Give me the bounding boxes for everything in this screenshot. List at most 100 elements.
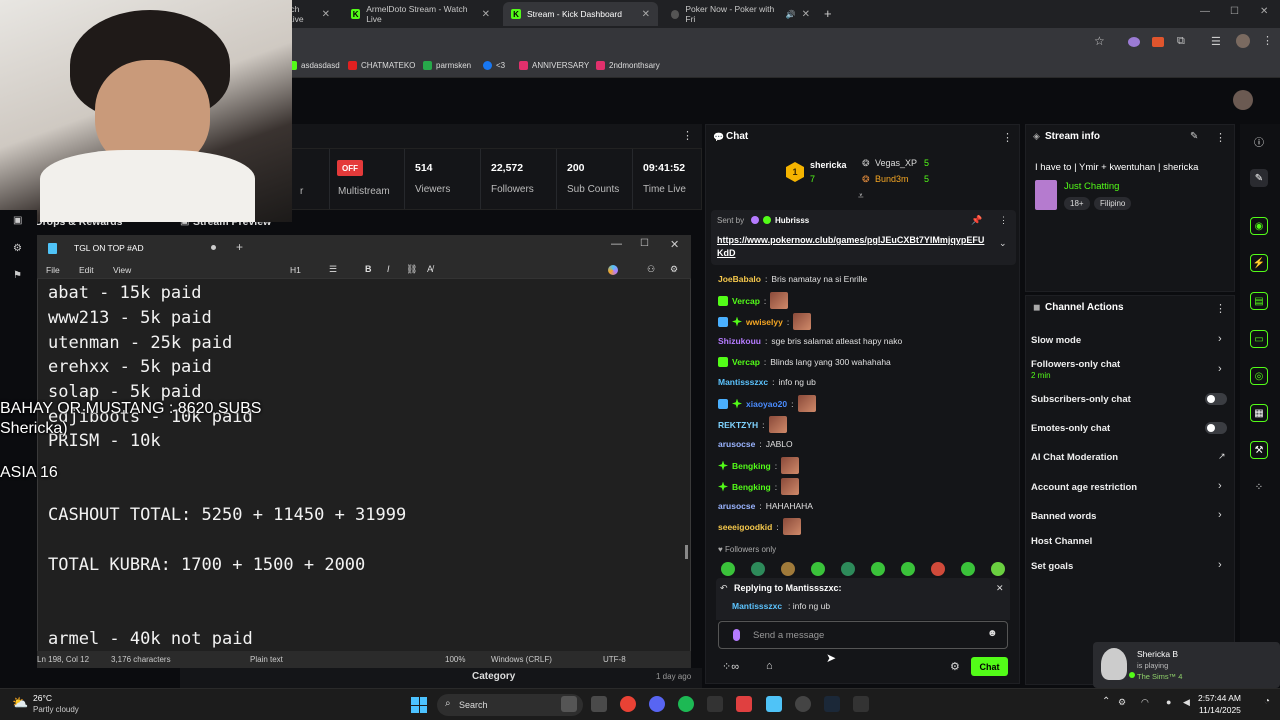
taskbar-app-icon[interactable] [591, 696, 607, 712]
maximize-icon[interactable]: ☐ [640, 238, 649, 249]
notepad-tab-title[interactable]: TGL ON TOP #AD [74, 243, 144, 253]
copilot-icon[interactable] [608, 265, 618, 275]
action-slow-mode[interactable]: Slow mode [1031, 335, 1081, 346]
chat-bubble-icon[interactable]: ▭ [1250, 330, 1268, 348]
sidebar-icon[interactable]: ▣ [13, 215, 22, 226]
close-icon[interactable]: ✕ [482, 9, 490, 20]
close-icon[interactable]: ✕ [642, 9, 650, 20]
sidebar-icon[interactable]: ⚙ [13, 243, 22, 254]
stream-info-menu-icon[interactable]: ⋮ [1215, 131, 1226, 144]
chevron-right-icon[interactable]: › [1218, 509, 1222, 521]
chat-send-button[interactable]: Chat [971, 657, 1008, 676]
more-icon[interactable]: ⋮ [682, 129, 693, 142]
clock-date[interactable]: 11/14/2025 [1199, 705, 1241, 715]
close-window-icon[interactable]: ✕ [1260, 6, 1268, 17]
clear-format-icon[interactable]: A̸ [427, 264, 433, 274]
action-emotes-only[interactable]: Emotes-only chat [1031, 423, 1110, 434]
external-link-icon[interactable]: ↗ [1218, 451, 1226, 462]
bookmark[interactable]: parmsken [423, 61, 471, 70]
chevron-right-icon[interactable]: › [1218, 559, 1222, 571]
new-tab-button[interactable]: + [824, 6, 832, 21]
heading-dropdown[interactable]: H1 [290, 265, 301, 275]
store-icon[interactable]: ⌂ [766, 660, 773, 672]
chevron-right-icon[interactable]: › [1218, 363, 1222, 375]
taskbar-app-icon[interactable] [561, 696, 577, 712]
emote-icon[interactable] [721, 562, 735, 576]
list-icon[interactable]: ☰ [1211, 35, 1221, 48]
action-set-goals[interactable]: Set goals [1031, 561, 1073, 572]
action-host-channel[interactable]: Host Channel [1031, 536, 1092, 547]
expand-leaderboard-icon[interactable]: ⩡ [858, 191, 864, 202]
weather-icon[interactable]: ⛅ [12, 695, 28, 711]
browser-tab-active[interactable]: K Stream - Kick Dashboard ✕ [503, 2, 658, 26]
notepad-taskbar-icon[interactable] [766, 696, 782, 712]
menu-view[interactable]: View [113, 265, 131, 275]
pinned-link[interactable]: https://www.pokernow.club/games/pglJEuCX… [717, 234, 987, 260]
clipboard-icon[interactable]: ▤ [1250, 292, 1268, 310]
emotes-only-toggle[interactable] [1205, 422, 1227, 434]
bookmark[interactable]: asdasdasd [288, 61, 340, 70]
new-tab-icon[interactable]: + [236, 240, 243, 254]
line-ending[interactable]: Windows (CRLF) [491, 655, 552, 664]
minimize-icon[interactable]: — [611, 238, 622, 250]
chevron-right-icon[interactable]: › [1218, 333, 1222, 345]
tray-icon[interactable]: ⚙ [1118, 697, 1126, 708]
edit-icon[interactable]: ✎ [1250, 169, 1268, 187]
sidebar-icon[interactable]: ⚑ [13, 270, 22, 281]
format-label[interactable]: Plain text [250, 655, 283, 664]
account-icon[interactable]: ⚇ [647, 264, 655, 275]
settings-icon[interactable]: ⚙ [670, 264, 678, 275]
mic-icon[interactable]: ● [1166, 697, 1171, 707]
bookmark[interactable]: <3 [483, 61, 505, 70]
chat-menu-icon[interactable]: ⋮ [1002, 131, 1013, 144]
list-icon[interactable]: ☰ [329, 264, 337, 275]
zoom-level[interactable]: 100% [445, 655, 465, 664]
user-avatar[interactable] [1233, 90, 1253, 110]
extension-icon[interactable] [1128, 37, 1140, 47]
taskbar-app-icon[interactable] [795, 696, 811, 712]
weather-temp[interactable]: 26°C [33, 693, 52, 703]
maximize-icon[interactable]: ☐ [1230, 6, 1239, 17]
wrench-icon[interactable]: ⚒ [1250, 441, 1268, 459]
notification-icon[interactable]: ◔ [1264, 696, 1270, 707]
tray-expand-icon[interactable]: ⌃ [1102, 696, 1110, 707]
category-name[interactable]: Just Chatting [1064, 181, 1119, 192]
scrollbar-thumb[interactable] [685, 545, 688, 559]
audio-icon[interactable]: 🔊 [786, 10, 796, 19]
stat-multistream[interactable]: Multistream [329, 149, 404, 209]
close-reply-icon[interactable]: ✕ [996, 583, 1004, 594]
chat-input[interactable]: Send a message ☻ [718, 621, 1008, 649]
minimize-icon[interactable]: — [1200, 6, 1210, 17]
bold-icon[interactable]: B [365, 264, 372, 274]
wifi-icon[interactable]: ◠ [1141, 697, 1149, 708]
settings-icon[interactable]: ⚙ [950, 660, 960, 673]
close-icon[interactable]: ✕ [670, 238, 679, 251]
encoding[interactable]: UTF-8 [603, 655, 626, 664]
emote-icon[interactable] [991, 562, 1005, 576]
taskbar-app-icon[interactable] [736, 696, 752, 712]
pin-icon[interactable]: 📌 [971, 215, 982, 226]
link-icon[interactable]: ⛓ [406, 264, 417, 275]
taskbar-app-icon[interactable] [853, 696, 869, 712]
lightning-icon[interactable]: ⚡ [1250, 254, 1268, 272]
bookmark[interactable]: 2ndmonthsary [596, 61, 660, 70]
browser-tab[interactable]: Poker Now - Poker with Fri 🔊 ✕ [663, 2, 818, 26]
emote-icon[interactable] [781, 562, 795, 576]
info-icon[interactable]: ⓘ [1250, 132, 1268, 150]
bookmark[interactable]: CHATMATEKO [348, 61, 415, 70]
speaker-icon[interactable]: ◀ [1183, 697, 1190, 708]
emote-icon[interactable] [871, 562, 885, 576]
puzzle-icon[interactable]: ⧉ [1177, 35, 1185, 48]
menu-file[interactable]: File [46, 265, 60, 275]
menu-icon[interactable]: ⋮ [1262, 34, 1273, 47]
subscribers-only-toggle[interactable] [1205, 393, 1227, 405]
multistream-off-badge[interactable]: OFF [337, 160, 363, 176]
media-icon[interactable]: ▦ [1250, 404, 1268, 422]
emoji-icon[interactable]: ☻ [987, 628, 998, 639]
emote-icon[interactable] [961, 562, 975, 576]
emote-icon[interactable] [931, 562, 945, 576]
extension-icon[interactable] [1152, 37, 1164, 47]
close-icon[interactable]: ✕ [802, 9, 810, 20]
browser-tab[interactable]: K ArmelDoto Stream - Watch Live ✕ [343, 2, 498, 26]
chevron-down-icon[interactable]: ⌄ [999, 238, 1007, 249]
